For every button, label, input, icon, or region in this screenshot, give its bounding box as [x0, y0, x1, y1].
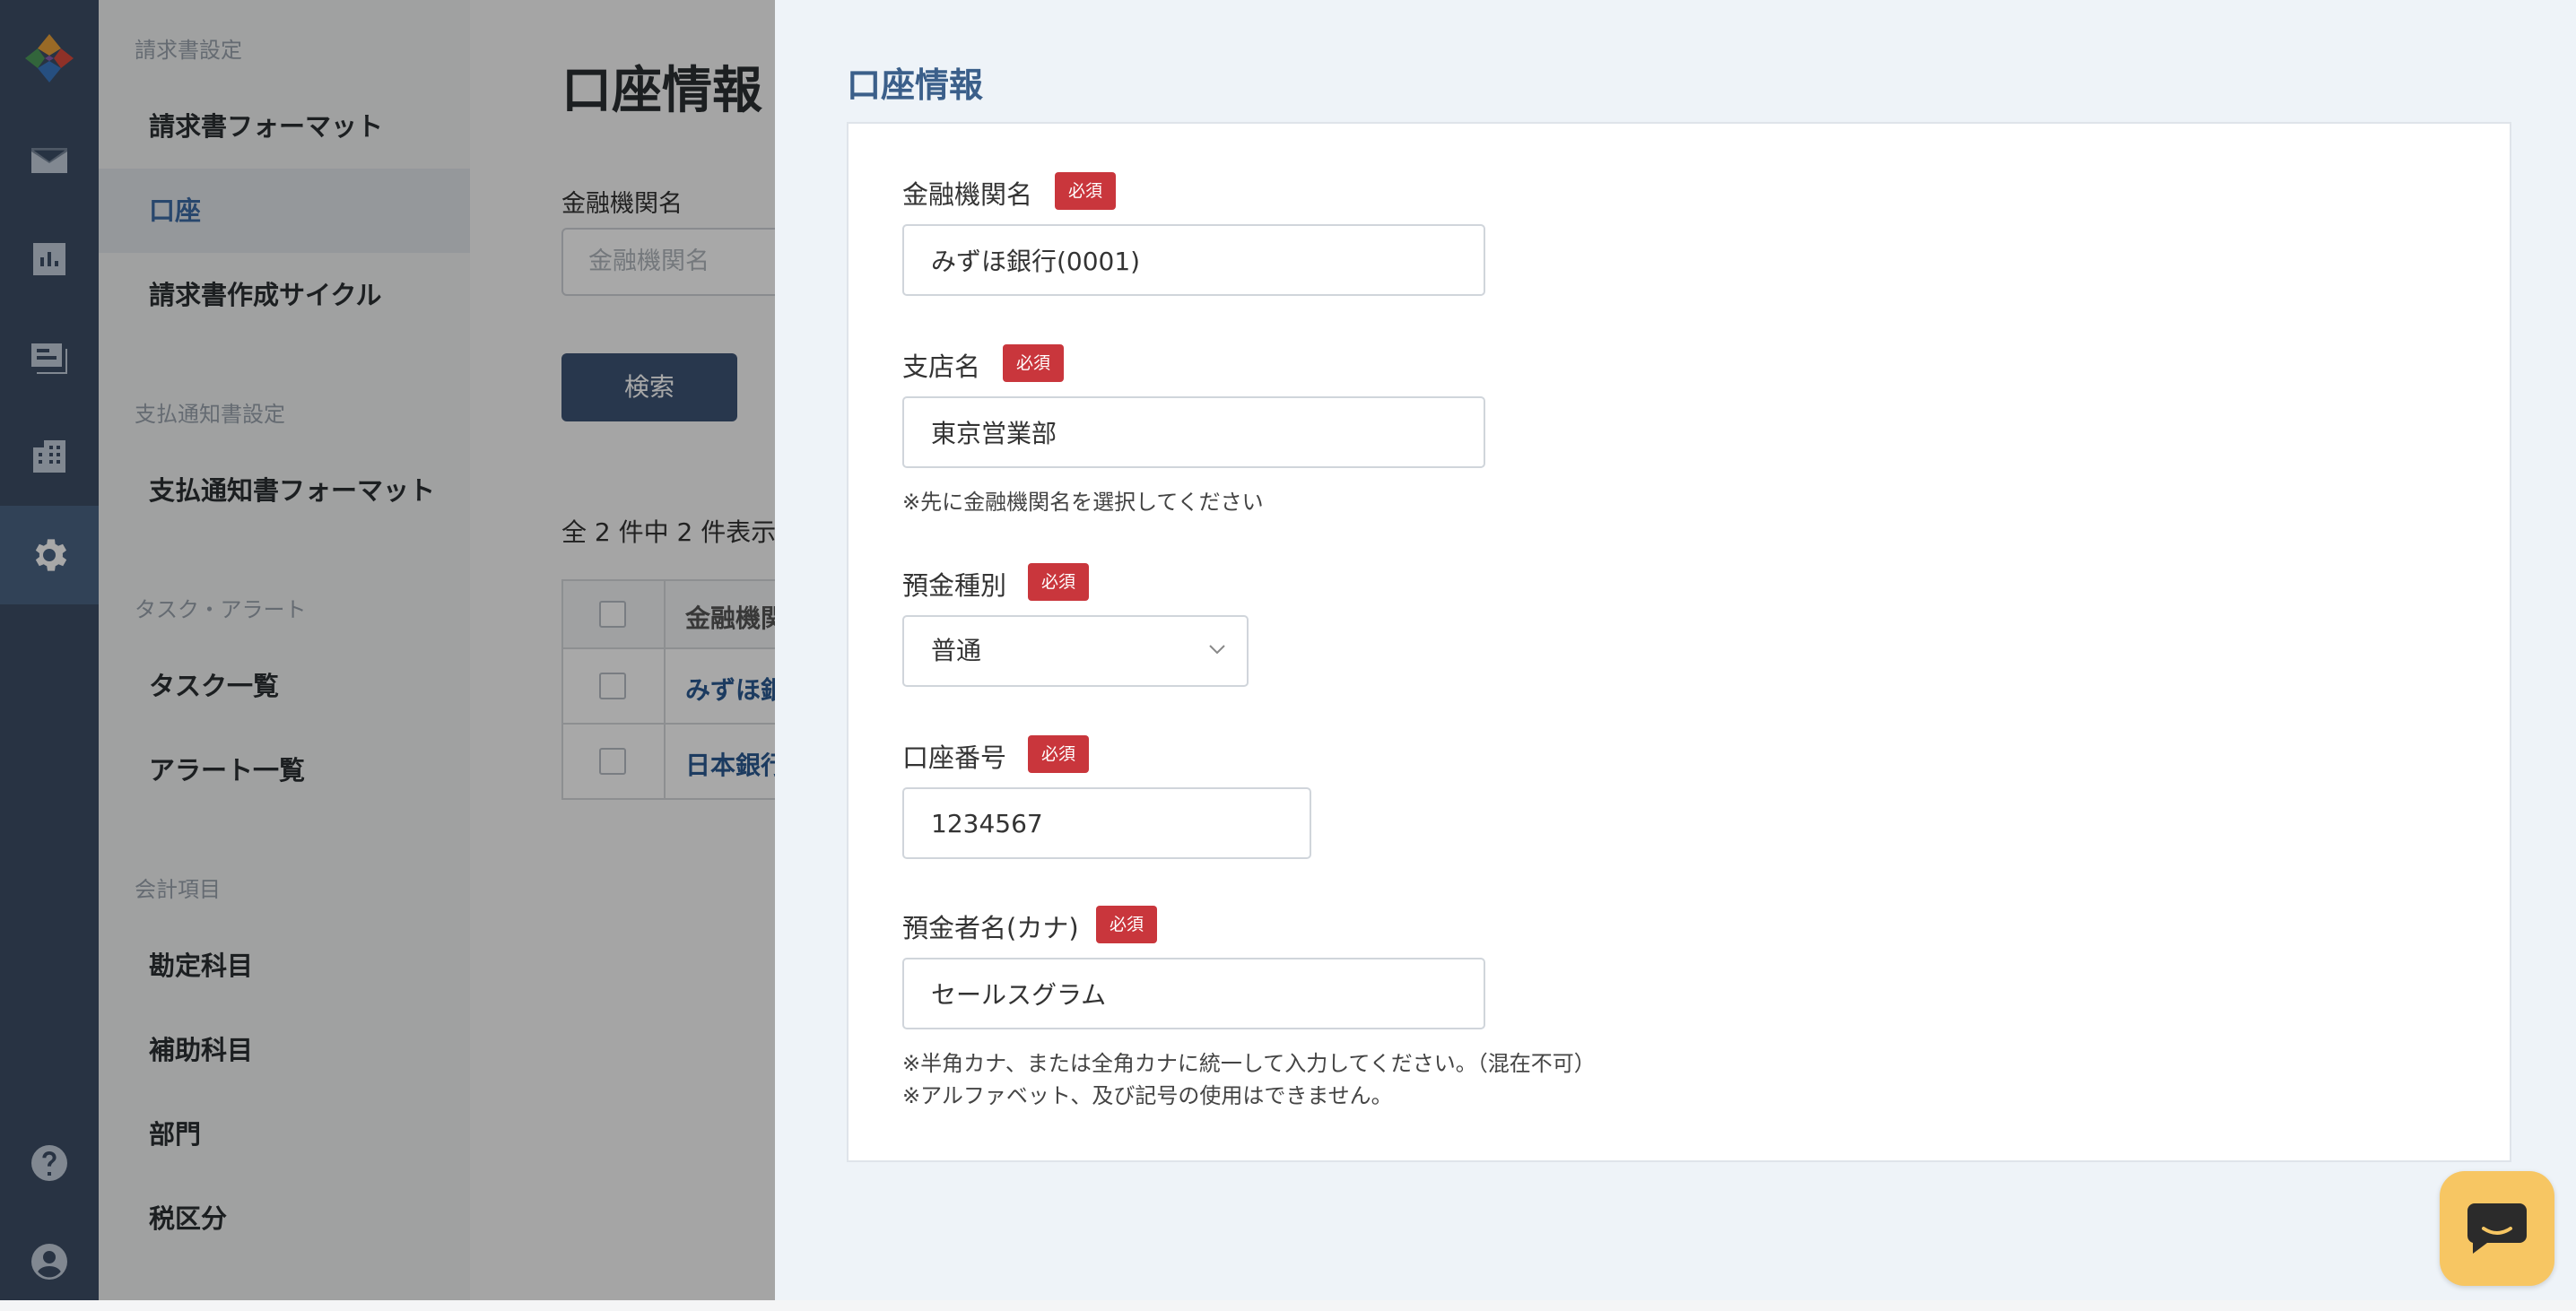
account-number-label: 口座番号	[902, 742, 1007, 773]
required-badge: 必須	[1096, 906, 1158, 943]
required-badge: 必須	[1028, 735, 1090, 773]
account-info-drawer: 口座情報 金融機関名 必須 支店名 必須 ※先に金融機関名を選択してください 預…	[775, 0, 2576, 1300]
branch-note: ※先に金融機関名を選択してください	[902, 490, 1264, 515]
branch-input[interactable]	[902, 396, 1485, 468]
chat-bubble-icon	[2467, 1203, 2527, 1254]
deposit-type-label: 預金種別	[902, 570, 1007, 601]
drawer-title: 口座情報	[847, 65, 984, 105]
account-holder-label: 預金者名(カナ)	[902, 913, 1079, 943]
account-number-input[interactable]	[902, 787, 1311, 859]
account-holder-input[interactable]	[902, 958, 1485, 1029]
required-badge: 必須	[1055, 172, 1117, 210]
chevron-down-icon	[1209, 644, 1225, 655]
required-badge: 必須	[1003, 344, 1065, 382]
deposit-type-select[interactable]: 普通	[902, 615, 1249, 687]
required-badge: 必須	[1028, 563, 1090, 601]
holder-note-symbols: ※アルファベット、及び記号の使用はできません。	[902, 1083, 1393, 1108]
chat-support-button[interactable]	[2440, 1171, 2554, 1286]
bank-name-input[interactable]	[902, 224, 1485, 296]
deposit-type-value: 普通	[931, 636, 982, 665]
branch-label: 支店名	[902, 352, 981, 382]
bank-name-label: 金融機関名	[902, 179, 1033, 210]
holder-note-kana: ※半角カナ、または全角カナに統一して入力してください。（混在不可）	[902, 1051, 1596, 1076]
account-form-card: 金融機関名 必須 支店名 必須 ※先に金融機関名を選択してください 預金種別 必…	[847, 122, 2511, 1162]
